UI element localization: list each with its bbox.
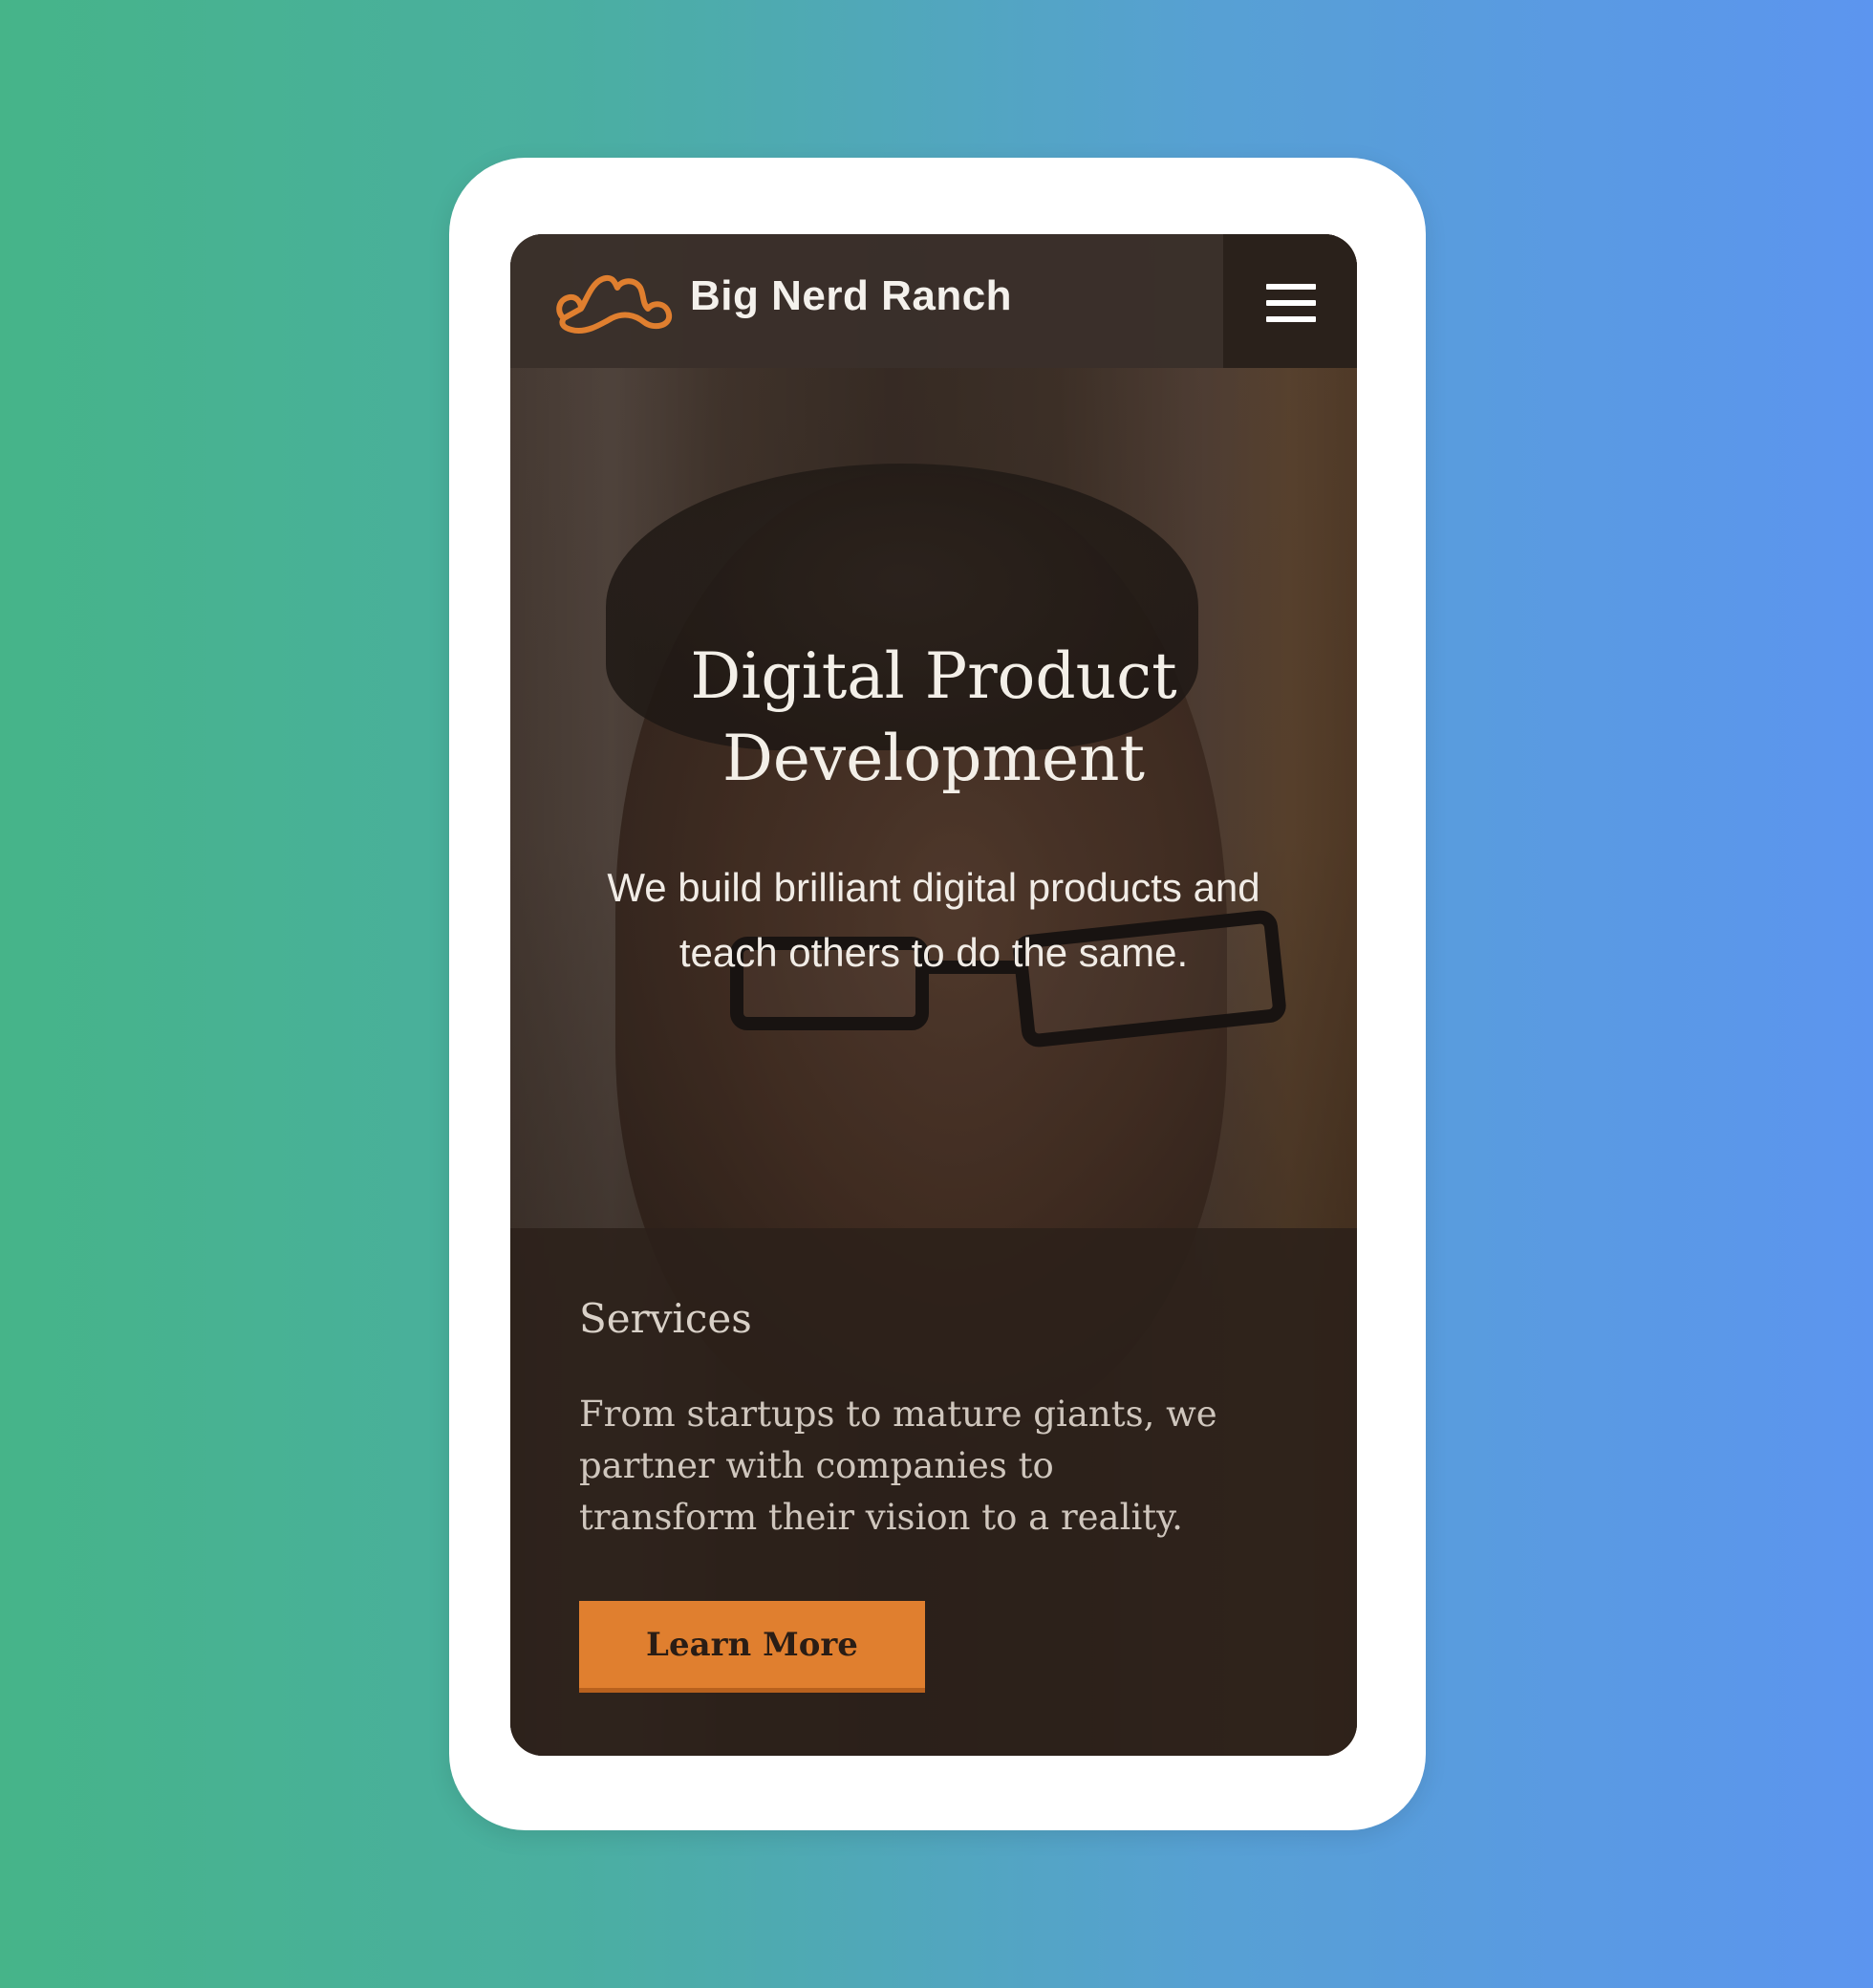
menu-button[interactable] [1223,234,1357,368]
phone-frame: Big Nerd Ranch Digital Product Developme… [449,158,1426,1830]
site-header: Big Nerd Ranch [510,234,1357,368]
hero-subtitle-line-1: We build brilliant digital products and [607,865,1260,910]
cowboy-hat-logo-icon[interactable] [552,270,673,337]
hero-title: Digital Product Development [568,636,1300,800]
hero-title-line-1: Digital Product [690,639,1177,713]
phone-screen: Big Nerd Ranch Digital Product Developme… [510,234,1357,1756]
services-text-line-1: From startups to mature giants, we [579,1394,1217,1435]
brand-name[interactable]: Big Nerd Ranch [690,272,1012,320]
hero-subtitle-line-2: teach others to do the same. [678,930,1189,975]
services-text-line-3: transform their vision to a reality. [579,1497,1183,1538]
learn-more-button[interactable]: Learn More [579,1601,925,1693]
hamburger-menu-icon [1266,284,1316,322]
services-description: From startups to mature giants, we partn… [579,1389,1286,1544]
hero-title-line-2: Development [721,722,1146,795]
services-heading: Services [579,1295,752,1342]
hero-subtitle: We build brilliant digital products and … [549,855,1319,985]
services-text-line-2: partner with companies to [579,1445,1054,1486]
